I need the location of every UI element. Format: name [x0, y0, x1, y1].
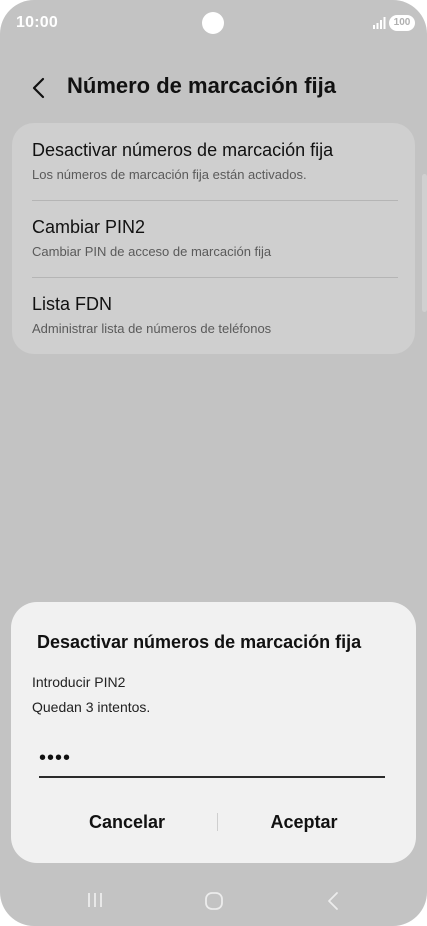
status-bar: 10:00 100 [0, 0, 427, 46]
setting-subtitle: Los números de marcación fija están acti… [32, 167, 307, 182]
status-time: 10:00 [16, 14, 58, 31]
app-header: Número de marcación fija [0, 60, 427, 116]
phone-screen: 10:00 100 Número de marcación fija Desac… [0, 0, 427, 926]
back-icon[interactable] [325, 889, 341, 913]
recents-icon[interactable] [86, 890, 104, 910]
chevron-left-icon[interactable] [28, 74, 50, 102]
setting-item-fdn-list[interactable]: Lista FDN Administrar lista de números d… [12, 277, 415, 354]
page-title: Número de marcación fija [67, 73, 336, 98]
accept-button[interactable]: Aceptar [214, 802, 394, 842]
pin2-dialog: Desactivar números de marcación fija Int… [11, 602, 416, 863]
setting-subtitle: Administrar lista de números de teléfono… [32, 321, 272, 336]
home-icon[interactable] [203, 890, 225, 912]
setting-item-disable-fdn[interactable]: Desactivar números de marcación fija Los… [12, 123, 415, 200]
dialog-title: Desactivar números de marcación fija [37, 632, 362, 652]
dialog-attempts-remaining: Quedan 3 intentos. [32, 699, 151, 715]
dialog-instruction: Introducir PIN2 [32, 674, 126, 690]
setting-title: Cambiar PIN2 [32, 217, 146, 237]
battery-icon: 100 [389, 15, 415, 31]
setting-item-change-pin2[interactable]: Cambiar PIN2 Cambiar PIN de acceso de ma… [12, 200, 415, 277]
settings-card: Desactivar números de marcación fija Los… [12, 123, 415, 354]
setting-title: Lista FDN [32, 294, 113, 314]
navigation-bar [0, 876, 427, 926]
camera-cutout [202, 12, 224, 34]
signal-icon [373, 17, 386, 29]
setting-title: Desactivar números de marcación fija [32, 140, 334, 160]
scroll-indicator [422, 174, 427, 312]
cancel-button[interactable]: Cancelar [37, 802, 217, 842]
setting-subtitle: Cambiar PIN de acceso de marcación fija [32, 244, 272, 259]
pin2-input[interactable] [39, 740, 385, 778]
